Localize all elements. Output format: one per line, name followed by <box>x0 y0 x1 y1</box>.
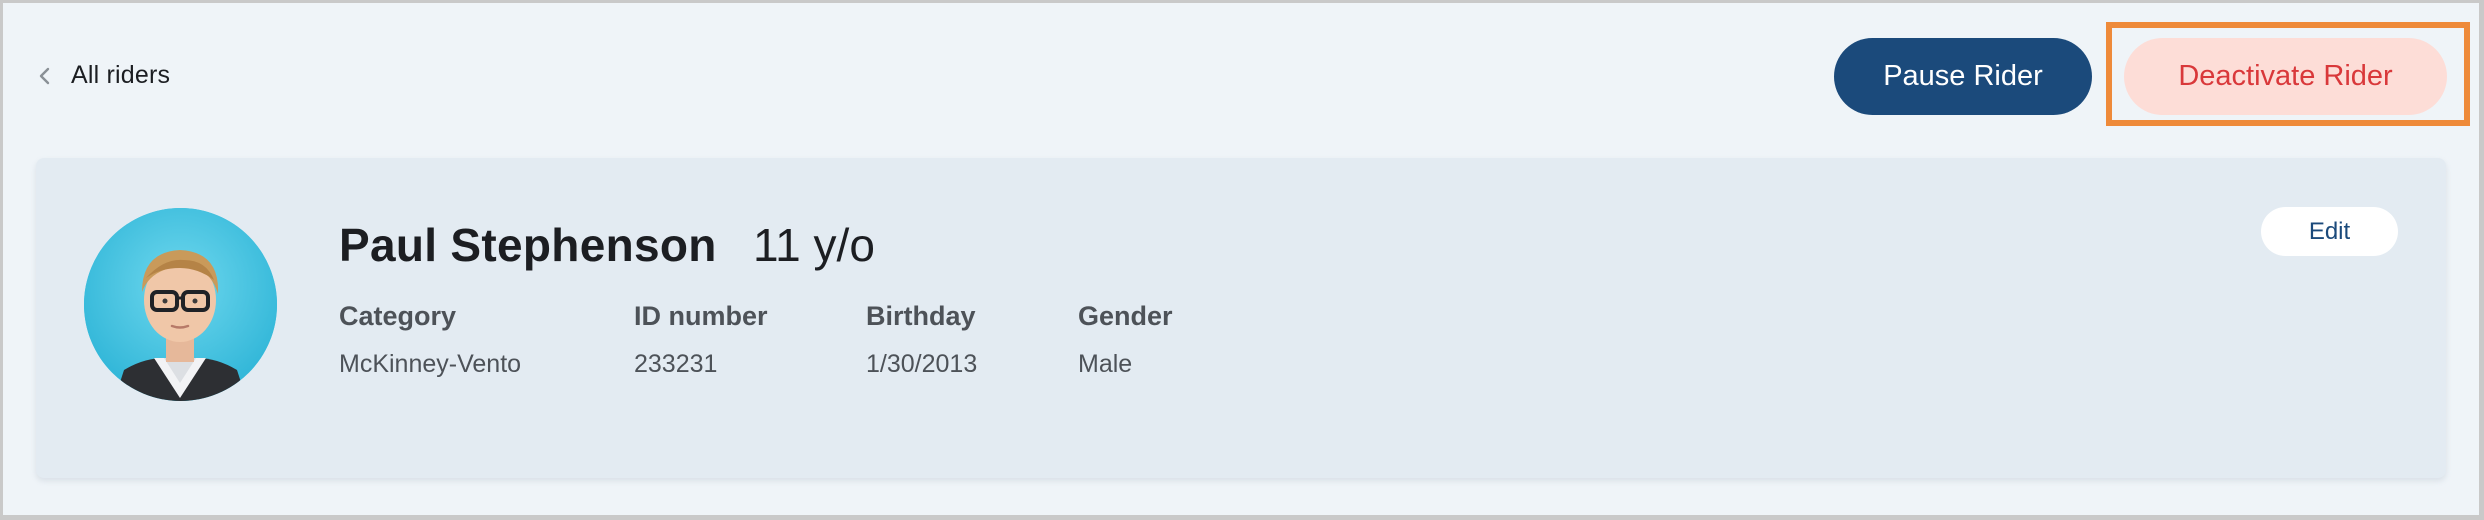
rider-name: Paul Stephenson <box>339 219 717 271</box>
id-number-field: ID number 233231 <box>634 301 768 379</box>
field-label: Gender <box>1078 301 1173 331</box>
field-value: 1/30/2013 <box>866 350 978 378</box>
field-value: McKinney-Vento <box>339 350 522 378</box>
birthday-field: Birthday 1/30/2013 <box>866 301 977 379</box>
rider-avatar <box>84 208 277 401</box>
field-value: Male <box>1078 350 1133 378</box>
back-to-all-riders-link[interactable]: All riders <box>37 61 170 90</box>
pause-rider-button[interactable]: Pause Rider <box>1834 38 2092 115</box>
rider-detail-page: All riders Pause Rider Deactivate Rider <box>3 3 2479 515</box>
gender-field: Gender Male <box>1078 301 1173 379</box>
rider-profile-card: Paul Stephenson 11 y/o Category McKinney… <box>36 158 2446 478</box>
rider-age: 11 y/o <box>753 219 875 271</box>
category-field: Category McKinney-Vento <box>339 301 521 379</box>
field-label: Birthday <box>866 301 976 331</box>
chevron-left-icon <box>37 66 53 86</box>
edit-rider-button[interactable]: Edit <box>2261 207 2398 256</box>
deactivate-rider-button[interactable]: Deactivate Rider <box>2124 38 2447 115</box>
back-link-label: All riders <box>71 61 171 89</box>
field-value: 233231 <box>634 350 718 378</box>
field-label: ID number <box>634 301 768 331</box>
field-label: Category <box>339 301 457 331</box>
